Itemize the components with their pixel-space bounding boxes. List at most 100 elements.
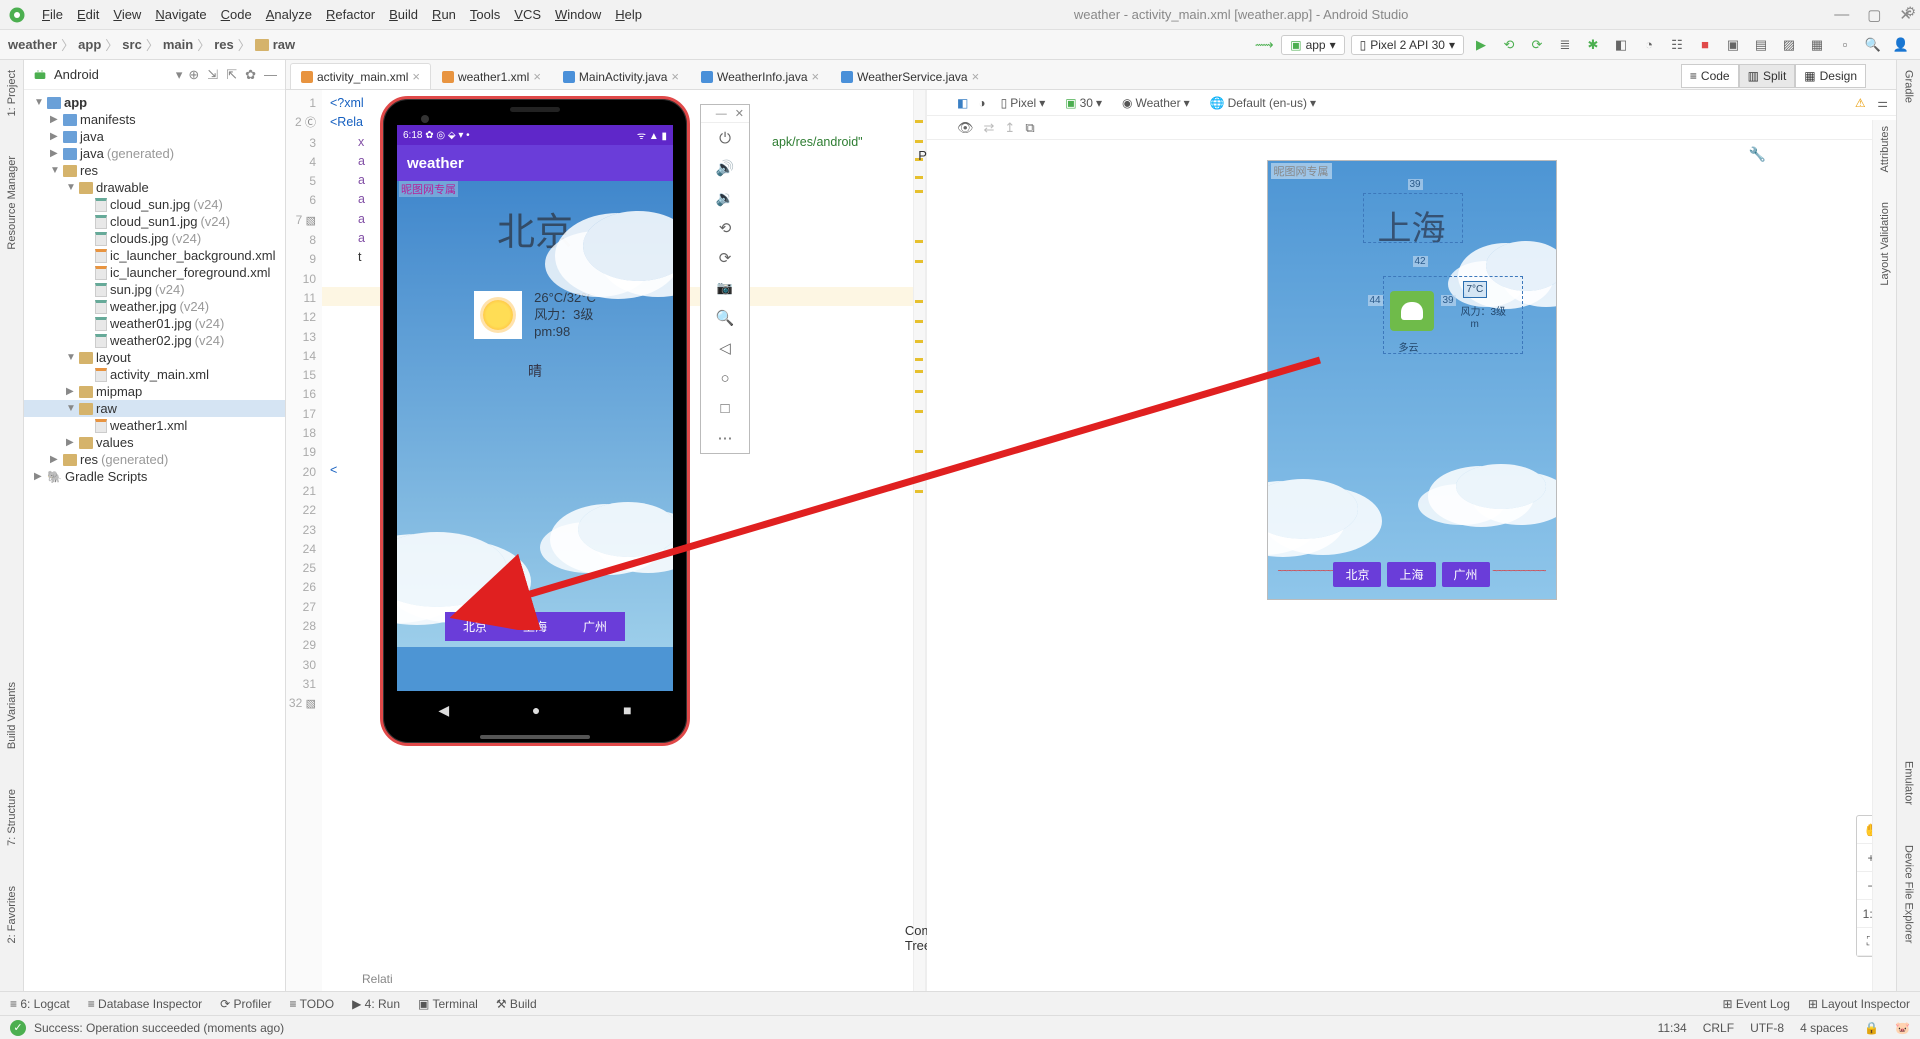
editor-tab[interactable]: MainActivity.java× — [552, 63, 690, 89]
emu-back-icon[interactable]: ◁ — [701, 333, 749, 363]
tree-item[interactable]: ▶ java (generated) — [24, 145, 285, 162]
breadcrumb-item[interactable]: res — [214, 37, 234, 52]
city-button[interactable]: 广州 — [1442, 562, 1490, 587]
tree-item[interactable]: weather01.jpg (v24) — [24, 315, 285, 332]
tool-structure[interactable]: 7: Structure — [6, 789, 18, 846]
surface-icon[interactable]: ◧ — [957, 96, 968, 110]
arrow-up-icon[interactable]: ↥ — [1004, 120, 1015, 136]
sync-project-icon[interactable]: ▨ — [1778, 34, 1800, 56]
gear-icon[interactable]: ⚙ — [1904, 4, 1916, 20]
run-configuration-select[interactable]: ▣ app ▾ — [1281, 35, 1344, 55]
emu-volume-down-icon[interactable]: 🔉 — [701, 183, 749, 213]
magnet-icon[interactable]: ⧉ — [1025, 120, 1034, 136]
layout-preview[interactable]: 昵图网专属 上海 39 42 44 39 7°C 风力：3级 m 多云 ~~~~… — [1267, 160, 1557, 600]
tool-resource-manager[interactable]: Resource Manager — [6, 156, 18, 250]
emu-volume-up-icon[interactable]: 🔊 — [701, 153, 749, 183]
tool-favorites[interactable]: 2: Favorites — [6, 886, 18, 943]
tree-item[interactable]: sun.jpg (v24) — [24, 281, 285, 298]
device-dropdown[interactable]: ▯Pixel▾ — [996, 94, 1051, 112]
bottom-tool-item[interactable]: ⊞ Layout Inspector — [1808, 997, 1910, 1011]
troubleshoot-icon[interactable]: ▦ — [1806, 34, 1828, 56]
expand-arrow[interactable]: ▶ — [50, 114, 60, 125]
bottom-tool-item[interactable]: ≡ 6: Logcat — [10, 997, 70, 1011]
debug-attach-icon[interactable]: ≣ — [1554, 34, 1576, 56]
city-button[interactable]: 上海 — [1387, 562, 1435, 587]
nav-recent[interactable]: ■ — [623, 702, 631, 718]
expand-arrow[interactable]: ▶ — [50, 148, 60, 159]
bottom-tool-item[interactable]: ⊞ Event Log — [1722, 997, 1789, 1011]
line-sep[interactable]: CRLF — [1703, 1021, 1734, 1035]
chevron-down-icon[interactable]: ▾ — [176, 67, 183, 83]
layout-validation-tab[interactable]: Layout Validation — [1879, 202, 1891, 286]
menu-refactor[interactable]: Refactor — [320, 4, 381, 25]
breadcrumb-item[interactable]: app — [78, 37, 101, 52]
view-options-icon[interactable]: ⚌ — [1877, 96, 1888, 110]
bottom-tool-item[interactable]: ≡ Database Inspector — [88, 997, 202, 1011]
menu-vcs[interactable]: VCS — [508, 4, 547, 25]
tree-item[interactable]: ▼ raw — [24, 400, 285, 417]
lock-icon[interactable]: 🔒 — [1864, 1021, 1879, 1035]
emu-more-icon[interactable]: ⋯ — [701, 423, 749, 453]
emu-zoom-icon[interactable]: 🔍 — [701, 303, 749, 333]
avd-manager-icon[interactable]: ▤ — [1750, 34, 1772, 56]
expand-arrow[interactable]: ▼ — [66, 403, 76, 414]
maximize-button[interactable]: ▢ — [1867, 6, 1881, 24]
emu-minimize[interactable]: — — [716, 108, 727, 120]
editor-tab[interactable]: activity_main.xml× — [290, 63, 431, 89]
expand-arrow[interactable]: ▼ — [34, 97, 44, 108]
breadcrumb-item[interactable]: raw — [273, 37, 295, 52]
tree-item[interactable]: ▼ drawable — [24, 179, 285, 196]
expand-arrow[interactable]: ▼ — [66, 182, 76, 193]
emu-power-icon[interactable]: ⏻ — [701, 123, 749, 153]
menu-edit[interactable]: Edit — [71, 4, 105, 25]
emu-close[interactable]: ✕ — [735, 107, 744, 120]
encoding[interactable]: UTF-8 — [1750, 1021, 1784, 1035]
close-icon[interactable]: × — [812, 69, 820, 84]
mode-design[interactable]: ▦Design — [1795, 64, 1866, 88]
editor-tab[interactable]: weather1.xml× — [431, 63, 552, 89]
run-button[interactable]: ▶ — [1470, 34, 1492, 56]
tree-item[interactable]: ▶ java — [24, 128, 285, 145]
breadcrumb-item[interactable]: src — [122, 37, 142, 52]
city-button[interactable]: 广州 — [565, 612, 625, 641]
nav-back[interactable]: ◀ — [438, 702, 449, 719]
tree-item[interactable]: ic_launcher_foreground.xml — [24, 264, 285, 281]
tree-item[interactable]: clouds.jpg (v24) — [24, 230, 285, 247]
tree-item[interactable]: weather.jpg (v24) — [24, 298, 285, 315]
apply-code-icon[interactable]: ⟳ — [1526, 34, 1548, 56]
tree-item[interactable]: ▼ res — [24, 162, 285, 179]
close-icon[interactable]: × — [412, 69, 420, 84]
tree-item[interactable]: activity_main.xml — [24, 366, 285, 383]
project-view-label[interactable]: Android — [54, 67, 170, 82]
close-icon[interactable]: × — [671, 69, 679, 84]
expand-arrow[interactable]: ▶ — [50, 131, 60, 142]
apply-changes-icon[interactable]: ⟲ — [1498, 34, 1520, 56]
tool-project[interactable]: 1: Project — [6, 70, 18, 116]
project-tree[interactable]: ▼ app▶ manifests▶ java▶ java (generated)… — [24, 90, 285, 991]
mode-code[interactable]: ≡Code — [1681, 64, 1739, 88]
menu-run[interactable]: Run — [426, 4, 462, 25]
editor-tab[interactable]: WeatherService.java× — [830, 63, 990, 89]
menu-help[interactable]: Help — [609, 4, 648, 25]
tree-item[interactable]: ic_launcher_background.xml — [24, 247, 285, 264]
indent[interactable]: 4 spaces — [1800, 1021, 1848, 1035]
menu-analyze[interactable]: Analyze — [260, 4, 318, 25]
city-button[interactable]: 北京 — [445, 612, 505, 641]
debug-button[interactable]: ✱ — [1582, 34, 1604, 56]
emu-rotate-left-icon[interactable]: ⟲ — [701, 213, 749, 243]
menu-view[interactable]: View — [107, 4, 147, 25]
emu-screenshot-icon[interactable]: 📷 — [701, 273, 749, 303]
settings-icon[interactable]: ✿ — [245, 67, 256, 83]
profiler-icon[interactable]: ◔ — [1638, 34, 1660, 56]
wrench-icon[interactable]: 🔧 — [1749, 146, 1766, 163]
tool-build-variants[interactable]: Build Variants — [6, 682, 18, 749]
emu-home-icon[interactable]: ○ — [701, 363, 749, 393]
expand-arrow[interactable]: ▼ — [50, 165, 60, 176]
tree-item[interactable]: weather02.jpg (v24) — [24, 332, 285, 349]
expand-arrow[interactable]: ▶ — [66, 437, 76, 448]
emulator-screen[interactable]: 6:18 ✿ ◎ ⬙ ▾ • ᯤ ▲ ▮ weather 昵图网专属 北京 26… — [397, 125, 673, 691]
emu-overview-icon[interactable]: □ — [701, 393, 749, 423]
mode-split[interactable]: ▥Split — [1739, 64, 1796, 88]
emu-rotate-right-icon[interactable]: ⟳ — [701, 243, 749, 273]
design-canvas[interactable]: 🔧 昵图网专属 上海 39 42 44 39 7°C — [927, 140, 1896, 991]
